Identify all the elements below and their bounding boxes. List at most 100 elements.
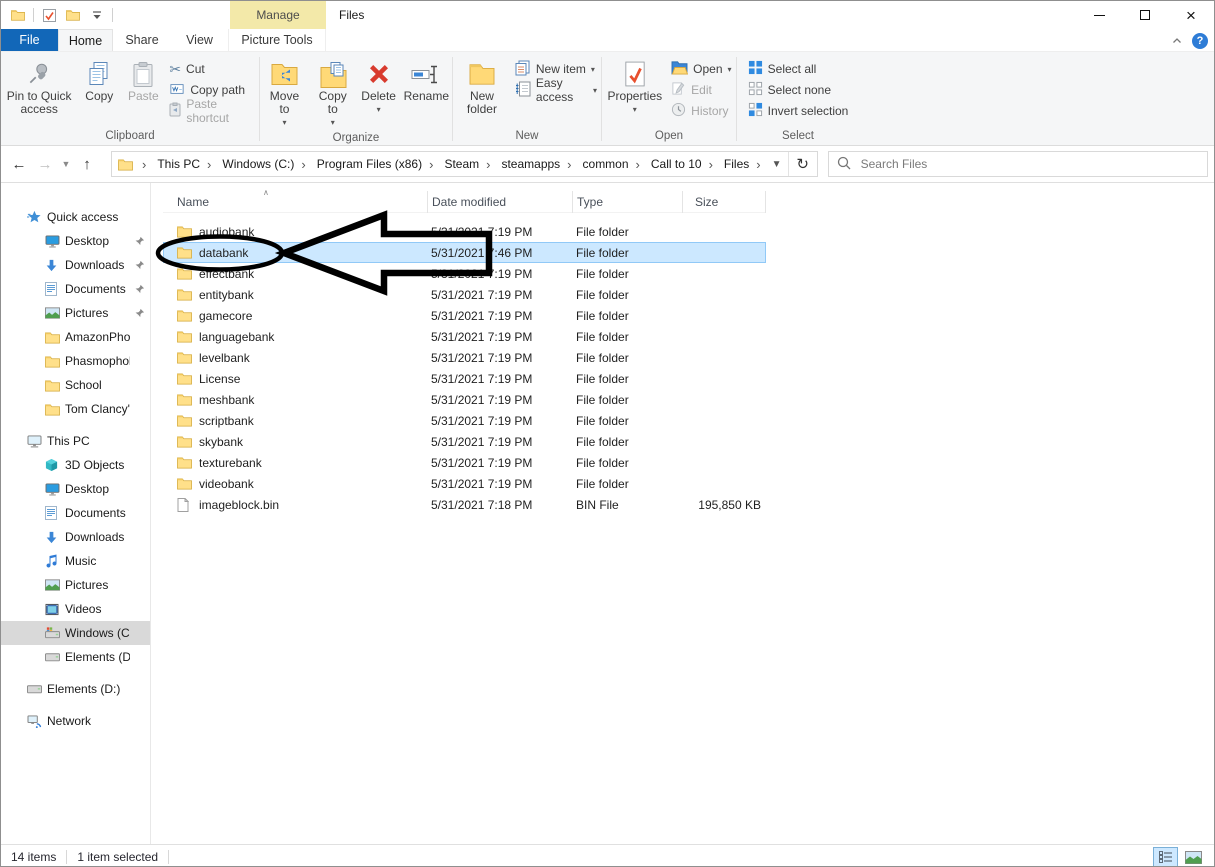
history-button[interactable]: History <box>667 102 735 120</box>
close-button[interactable]: × <box>1168 1 1214 29</box>
file-row[interactable]: gamecore 5/31/2021 7:19 PM File folder <box>163 305 766 326</box>
invert-selection-button[interactable]: Invert selection <box>744 102 853 120</box>
minimize-button[interactable] <box>1076 1 1122 29</box>
sidebar-item[interactable]: Windows (C:) <box>1 621 150 645</box>
column-header-date-modified[interactable]: Date modified <box>428 191 573 213</box>
chevron-right-icon[interactable]: › <box>704 157 718 172</box>
sidebar-item[interactable]: Videos <box>1 597 150 621</box>
copy-button[interactable]: Copy <box>77 56 121 105</box>
new-folder-button[interactable]: New folder <box>453 56 511 118</box>
search-input[interactable] <box>859 156 1199 172</box>
sidebar-item[interactable]: Music <box>1 549 150 573</box>
tab-file[interactable]: File <box>1 29 58 51</box>
chevron-right-icon[interactable]: › <box>202 157 216 172</box>
file-row[interactable]: License 5/31/2021 7:19 PM File folder <box>163 368 766 389</box>
forward-icon[interactable]: → <box>33 152 57 176</box>
move-to-button[interactable]: Move to ▾ <box>260 56 309 131</box>
cut-button[interactable]: ✂ Cut <box>165 60 259 78</box>
sidebar-item[interactable]: Desktop <box>1 477 150 501</box>
column-header-size[interactable]: Size <box>683 191 766 213</box>
file-row[interactable]: levelbank 5/31/2021 7:19 PM File folder <box>163 347 766 368</box>
sidebar-item[interactable]: AmazonPhotos <box>1 325 150 349</box>
chevron-right-icon[interactable]: › <box>296 157 310 172</box>
tab-view[interactable]: View <box>171 29 228 51</box>
sidebar-item[interactable]: Elements (D:) <box>1 645 150 669</box>
file-row[interactable]: scriptbank 5/31/2021 7:19 PM File folder <box>163 410 766 431</box>
chevron-right-icon[interactable]: › <box>424 157 438 172</box>
file-row[interactable]: effectbank 5/31/2021 7:19 PM File folder <box>163 263 766 284</box>
sidebar-item[interactable]: Quick access <box>1 205 150 229</box>
file-row[interactable]: texturebank 5/31/2021 7:19 PM File folde… <box>163 452 766 473</box>
file-row[interactable]: meshbank 5/31/2021 7:19 PM File folder <box>163 389 766 410</box>
large-icons-view-button[interactable] <box>1181 847 1206 867</box>
file-row[interactable]: audiobank 5/31/2021 7:19 PM File folder <box>163 221 766 242</box>
sidebar-item[interactable]: This PC <box>1 429 150 453</box>
breadcrumb-item[interactable]: Call to 10 <box>645 157 704 171</box>
column-header-type[interactable]: Type <box>573 191 683 213</box>
sidebar-item[interactable]: Documents <box>1 501 150 525</box>
up-icon[interactable]: ↑ <box>75 152 99 176</box>
open-button[interactable]: Open ▾ <box>667 60 735 78</box>
breadcrumb-item[interactable]: Windows (C:) <box>216 157 296 171</box>
folder-icon[interactable] <box>9 5 27 25</box>
delete-button[interactable]: Delete ▾ <box>357 56 401 118</box>
refresh-icon[interactable]: ↻ <box>789 152 817 176</box>
folder-icon[interactable] <box>64 5 82 25</box>
tab-home[interactable]: Home <box>58 29 113 51</box>
chevron-right-icon[interactable]: › <box>631 157 645 172</box>
file-row[interactable]: languagebank 5/31/2021 7:19 PM File fold… <box>163 326 766 347</box>
sidebar-item[interactable]: Desktop <box>1 229 150 253</box>
paste-shortcut-button[interactable]: Paste shortcut <box>165 102 259 120</box>
sidebar-item[interactable]: 3D Objects <box>1 453 150 477</box>
properties-check-icon[interactable] <box>40 5 58 25</box>
file-row[interactable]: databank 5/31/2021 7:46 PM File folder <box>163 242 766 263</box>
file-row[interactable]: skybank 5/31/2021 7:19 PM File folder <box>163 431 766 452</box>
tab-share[interactable]: Share <box>113 29 171 51</box>
pin-to-quick-access-button[interactable]: Pin to Quick access <box>1 56 77 118</box>
copy-to-button[interactable]: Copy to ▾ <box>309 56 357 131</box>
customize-toolbar-dropdown-icon[interactable] <box>88 5 106 25</box>
breadcrumb-item[interactable]: Files <box>718 157 751 171</box>
paste-button[interactable]: Paste <box>121 56 165 105</box>
address-dropdown-chevron-icon[interactable]: ▼ <box>766 159 788 170</box>
sidebar-item[interactable]: Documents <box>1 277 150 301</box>
pin-icon <box>130 260 148 271</box>
breadcrumb-item[interactable]: steamapps <box>495 157 562 171</box>
select-none-button[interactable]: Select none <box>744 81 853 99</box>
sidebar-item[interactable]: Network <box>1 709 150 733</box>
chevron-right-icon[interactable]: › <box>751 157 765 172</box>
sidebar-item[interactable]: Phasmophobia <box>1 349 150 373</box>
chevron-right-icon[interactable]: › <box>562 157 576 172</box>
chevron-right-icon[interactable]: › <box>481 157 495 172</box>
select-all-button[interactable]: Select all <box>744 60 853 78</box>
address-box[interactable]: › This PC › Windows (C:) › Program Files… <box>111 151 818 177</box>
sidebar-item[interactable]: Downloads <box>1 525 150 549</box>
edit-button[interactable]: Edit <box>667 81 735 99</box>
file-row[interactable]: imageblock.bin 5/31/2021 7:18 PM BIN Fil… <box>163 494 766 515</box>
column-header-name[interactable]: Name <box>163 191 428 213</box>
help-icon[interactable]: ? <box>1192 33 1208 49</box>
tab-picture-tools[interactable]: Picture Tools <box>228 29 326 51</box>
file-row[interactable]: videobank 5/31/2021 7:19 PM File folder <box>163 473 766 494</box>
sidebar-item[interactable]: Tom Clancy's Rair <box>1 397 150 421</box>
breadcrumb-item[interactable]: common <box>577 157 631 171</box>
folder-icon <box>177 246 193 259</box>
recent-locations-chevron-icon[interactable]: ▼ <box>59 152 73 176</box>
sidebar-item[interactable]: Downloads <box>1 253 150 277</box>
file-row[interactable]: entitybank 5/31/2021 7:19 PM File folder <box>163 284 766 305</box>
sidebar-item[interactable]: School <box>1 373 150 397</box>
breadcrumb-item[interactable]: This PC <box>151 157 202 171</box>
sidebar-item[interactable]: Pictures <box>1 301 150 325</box>
sidebar-item[interactable]: Pictures <box>1 573 150 597</box>
sidebar-item[interactable]: Elements (D:) <box>1 677 150 701</box>
breadcrumb-item[interactable]: Steam <box>438 157 481 171</box>
details-view-button[interactable] <box>1153 847 1178 867</box>
collapse-ribbon-icon[interactable] <box>1172 36 1182 46</box>
properties-button[interactable]: Properties ▾ <box>602 56 667 118</box>
rename-button[interactable]: Rename <box>401 56 452 105</box>
search-box[interactable] <box>828 151 1208 177</box>
breadcrumb-item[interactable]: Program Files (x86) <box>311 157 424 171</box>
maximize-button[interactable] <box>1122 1 1168 29</box>
easy-access-button[interactable]: Easy access ▾ <box>511 81 601 99</box>
back-icon[interactable]: ← <box>7 152 31 176</box>
